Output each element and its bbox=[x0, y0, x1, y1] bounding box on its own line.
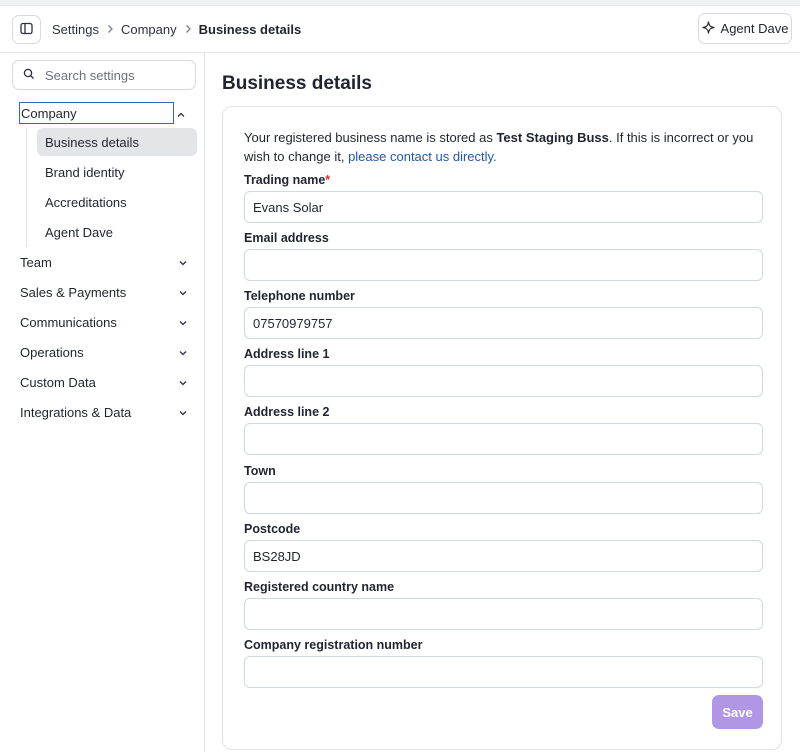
address-line-2-input[interactable] bbox=[244, 423, 763, 455]
agent-dave-button[interactable]: Agent Dave bbox=[698, 13, 792, 44]
breadcrumb: Settings Company Business details bbox=[52, 6, 301, 52]
registered-country-name-input[interactable] bbox=[244, 598, 763, 630]
chevron-right-icon bbox=[99, 24, 121, 34]
chevron-down-icon bbox=[178, 315, 188, 330]
company-subnav: Business details Brand identity Accredit… bbox=[26, 127, 197, 247]
required-marker: * bbox=[325, 173, 331, 187]
chevron-down-icon bbox=[178, 405, 188, 420]
sidebar-item-label: Team bbox=[20, 254, 52, 270]
search-icon bbox=[23, 68, 35, 83]
sidebar-item-label: Operations bbox=[20, 344, 84, 360]
company-registration-number-label: Company registration number bbox=[244, 638, 423, 652]
sidebar-item-custom-data[interactable]: Custom Data bbox=[20, 371, 188, 393]
trading-name-input[interactable] bbox=[244, 191, 763, 223]
agent-button-label: Agent Dave bbox=[720, 21, 789, 36]
sidebar-item-label: Custom Data bbox=[20, 374, 96, 390]
chevron-down-icon bbox=[178, 375, 188, 390]
contact-us-link[interactable]: please contact us directly. bbox=[348, 149, 497, 164]
sidebar-item-brand-identity[interactable]: Brand identity bbox=[37, 158, 197, 186]
sidebar-item-label: Sales & Payments bbox=[20, 284, 127, 300]
town-label: Town bbox=[244, 464, 276, 478]
company-registration-number-input[interactable] bbox=[244, 656, 763, 688]
sidebar-item-communications[interactable]: Communications bbox=[20, 311, 188, 333]
telephone-number-input[interactable] bbox=[244, 307, 763, 339]
sidebar-item-business-details[interactable]: Business details bbox=[37, 128, 197, 156]
registered-business-name: Test Staging Buss bbox=[496, 130, 609, 145]
intro-prefix: Your registered business name is stored … bbox=[244, 130, 497, 145]
sidebar-item-company[interactable]: Company bbox=[19, 102, 174, 124]
breadcrumb-business-details: Business details bbox=[198, 21, 302, 37]
settings-sidebar: Company Business details Brand identity … bbox=[0, 53, 205, 752]
address-line-1-label: Address line 1 bbox=[244, 347, 330, 361]
field-label-text: Trading name bbox=[244, 173, 326, 187]
sidebar-item-agent-dave[interactable]: Agent Dave bbox=[37, 218, 197, 246]
breadcrumb-company[interactable]: Company bbox=[121, 22, 177, 37]
sidebar-item-label: Communications bbox=[20, 314, 117, 330]
address-line-2-label: Address line 2 bbox=[244, 405, 330, 419]
trading-name-label: Trading name* bbox=[244, 173, 330, 187]
sidebar-item-sales-payments[interactable]: Sales & Payments bbox=[20, 281, 188, 303]
sparkle-icon bbox=[701, 20, 715, 37]
postcode-label: Postcode bbox=[244, 522, 301, 536]
address-line-1-input[interactable] bbox=[244, 365, 763, 397]
sidebar-item-label: Integrations & Data bbox=[20, 404, 132, 420]
registered-country-name-label: Registered country name bbox=[244, 580, 395, 594]
telephone-number-label: Telephone number bbox=[244, 289, 355, 303]
email-address-input[interactable] bbox=[244, 249, 763, 281]
chevron-down-icon bbox=[178, 345, 188, 360]
chevron-down-icon bbox=[178, 285, 188, 300]
chevron-down-icon bbox=[178, 255, 188, 270]
intro-text: Your registered business name is stored … bbox=[244, 128, 764, 166]
search-box[interactable] bbox=[12, 60, 196, 90]
search-input[interactable] bbox=[45, 67, 175, 83]
postcode-input[interactable] bbox=[244, 540, 763, 572]
breadcrumb-settings[interactable]: Settings bbox=[52, 22, 99, 37]
chevron-right-icon bbox=[177, 24, 199, 34]
save-button[interactable]: Save bbox=[712, 695, 763, 729]
main-content: Business details Your registered busines… bbox=[206, 53, 800, 752]
page-title: Business details bbox=[222, 73, 372, 94]
sidebar-item-operations[interactable]: Operations bbox=[20, 341, 188, 363]
sidebar-panel-icon bbox=[20, 22, 33, 38]
chevron-up-icon[interactable] bbox=[176, 107, 186, 122]
business-details-card: Your registered business name is stored … bbox=[222, 106, 782, 750]
email-address-label: Email address bbox=[244, 231, 329, 245]
town-input[interactable] bbox=[244, 482, 763, 514]
sidebar-item-team[interactable]: Team bbox=[20, 251, 188, 273]
top-header: Settings Company Business details Agent … bbox=[0, 6, 800, 53]
sidebar-item-integrations-data[interactable]: Integrations & Data bbox=[20, 401, 188, 423]
sidebar-item-accreditations[interactable]: Accreditations bbox=[37, 188, 197, 216]
sidebar-toggle-button[interactable] bbox=[12, 15, 41, 44]
